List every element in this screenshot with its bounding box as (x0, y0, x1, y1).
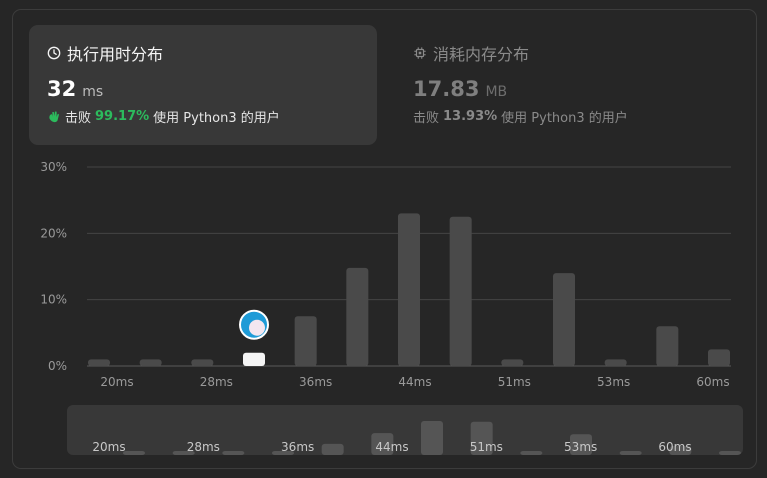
mini-bar (520, 451, 543, 455)
x-tick-label: 36ms (299, 375, 332, 389)
mini-x-tick-label: 51ms (470, 440, 503, 454)
x-tick-label: 60ms (696, 375, 729, 389)
x-tick-label: 20ms (100, 375, 133, 389)
mini-bar (222, 451, 245, 455)
bar[interactable] (656, 326, 679, 366)
mini-x-tick-label: 60ms (658, 440, 691, 454)
mini-x-tick-label: 28ms (187, 440, 220, 454)
mini-x-tick-label: 20ms (92, 440, 125, 454)
bar[interactable] (346, 267, 369, 366)
avatar-face (249, 319, 265, 336)
y-tick-label: 30% (40, 160, 67, 174)
range-selector[interactable]: 20ms 28ms 36ms 44ms 51ms 53ms 60ms (67, 405, 743, 455)
runtime-distribution-chart[interactable]: 0% 10% 20% 30% 20ms 28ms 36ms 44ms 51ms 53ms 60ms (13, 10, 758, 400)
y-tick-label: 0% (48, 359, 67, 373)
mini-x-tick-label: 36ms (281, 440, 314, 454)
mini-bar (619, 451, 642, 455)
bar[interactable] (88, 359, 110, 366)
x-tick-label: 51ms (498, 375, 531, 389)
y-tick-label: 20% (40, 226, 67, 240)
bar[interactable] (449, 216, 472, 366)
bar[interactable] (294, 316, 317, 366)
x-tick-label: 28ms (200, 375, 233, 389)
mini-bar (123, 451, 145, 455)
y-tick-label: 10% (40, 293, 67, 307)
x-tick-label: 44ms (398, 375, 431, 389)
distribution-panel: 执行用时分布 32 ms 击败 99.17% 使用 Python3 的用户 消耗… (12, 9, 757, 469)
bar[interactable] (553, 273, 575, 366)
mini-bar (421, 421, 443, 455)
highlight-bar[interactable] (243, 352, 265, 366)
bar[interactable] (191, 359, 214, 366)
mini-x-tick-label: 53ms (564, 440, 597, 454)
bar[interactable] (708, 349, 730, 366)
bar[interactable] (604, 359, 627, 366)
mini-x-tick-label: 44ms (375, 440, 408, 454)
bar[interactable] (501, 359, 524, 366)
x-tick-label: 53ms (597, 375, 630, 389)
bar[interactable] (139, 359, 162, 366)
mini-bar (719, 451, 741, 455)
mini-bar (321, 443, 344, 455)
range-selector-chart[interactable]: 20ms 28ms 36ms 44ms 51ms 53ms 60ms (67, 405, 743, 455)
bar[interactable] (398, 213, 420, 366)
